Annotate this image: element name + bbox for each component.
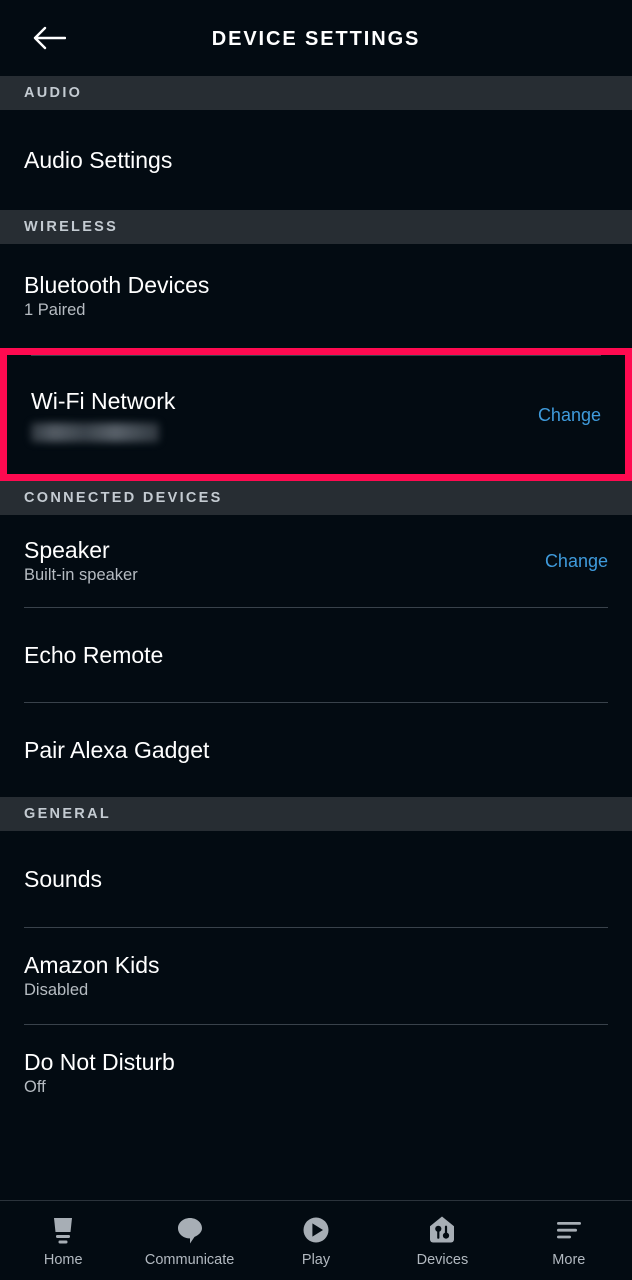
row-text: Wi-Fi Network (31, 388, 176, 442)
row-wifi-network[interactable]: Wi-Fi Network Change (7, 356, 625, 474)
section-header-connected-devices: CONNECTED DEVICES (0, 481, 632, 515)
nav-label: Home (43, 1252, 83, 1269)
row-text: Amazon Kids Disabled (24, 952, 160, 1000)
row-text: Speaker Built-in speaker (24, 537, 138, 585)
nav-label: More (552, 1252, 586, 1269)
speaker-change-link[interactable]: Change (545, 551, 608, 572)
nav-label: Communicate (144, 1252, 235, 1269)
speech-bubble-icon (173, 1213, 207, 1247)
row-do-not-disturb[interactable]: Do Not Disturb Off (0, 1025, 632, 1121)
row-text: Audio Settings (24, 147, 172, 173)
row-title: Wi-Fi Network (31, 388, 176, 415)
row-text: Do Not Disturb Off (24, 1049, 175, 1097)
row-title: Echo Remote (24, 641, 164, 668)
device-settings-screen: DEVICE SETTINGS AUDIO Audio Settings WIR… (0, 0, 632, 1280)
row-title: Pair Alexa Gadget (24, 736, 210, 763)
echo-device-icon (46, 1213, 80, 1247)
nav-label: Devices (416, 1252, 469, 1269)
row-pair-alexa-gadget[interactable]: Pair Alexa Gadget (0, 703, 632, 797)
section-header-general: GENERAL (0, 797, 632, 831)
nav-item-home[interactable]: Home (0, 1201, 126, 1280)
settings-list[interactable]: AUDIO Audio Settings WIRELESS Bluetooth … (0, 76, 632, 1200)
row-title: Speaker (24, 536, 110, 563)
row-title: Audio Settings (24, 146, 173, 173)
nav-item-devices[interactable]: Devices (379, 1201, 505, 1280)
row-audio-settings[interactable]: Audio Settings (0, 110, 632, 210)
arrow-left-icon (32, 25, 66, 51)
section-header-audio: AUDIO (0, 76, 632, 110)
row-text: Bluetooth Devices 1 Paired (24, 272, 209, 320)
nav-item-play[interactable]: Play (253, 1201, 379, 1280)
row-subtitle: Built-in speaker (24, 566, 138, 585)
row-title: Do Not Disturb (24, 1048, 175, 1075)
row-title: Bluetooth Devices (24, 271, 210, 298)
nav-item-communicate[interactable]: Communicate (126, 1201, 252, 1280)
back-button[interactable] (20, 15, 78, 61)
row-echo-remote[interactable]: Echo Remote (0, 608, 632, 702)
row-text: Pair Alexa Gadget (24, 737, 209, 763)
row-text: Echo Remote (24, 642, 163, 668)
play-circle-icon (299, 1213, 333, 1247)
hamburger-menu-icon (552, 1213, 586, 1247)
wifi-change-link[interactable]: Change (538, 405, 601, 426)
app-header: DEVICE SETTINGS (0, 0, 632, 76)
row-title: Sounds (24, 865, 103, 892)
row-bluetooth-devices[interactable]: Bluetooth Devices 1 Paired (0, 244, 632, 348)
wifi-ssid-redacted (31, 422, 159, 442)
row-subtitle: Disabled (24, 981, 89, 1000)
nav-label: Play (301, 1252, 331, 1269)
row-amazon-kids[interactable]: Amazon Kids Disabled (0, 928, 632, 1024)
section-header-wireless: WIRELESS (0, 210, 632, 244)
house-devices-icon (425, 1213, 459, 1247)
nav-item-more[interactable]: More (506, 1201, 632, 1280)
wifi-row-highlight: Wi-Fi Network Change (0, 348, 632, 481)
row-title: Amazon Kids (24, 951, 160, 978)
row-subtitle: 1 Paired (24, 301, 86, 320)
row-sounds[interactable]: Sounds (0, 831, 632, 927)
row-subtitle: Off (24, 1078, 46, 1097)
row-text: Sounds (24, 866, 102, 892)
page-title: DEVICE SETTINGS (211, 28, 421, 50)
bottom-navigation-bar: Home Communicate Play Devices More (0, 1200, 632, 1280)
row-speaker[interactable]: Speaker Built-in speaker Change (0, 515, 632, 607)
